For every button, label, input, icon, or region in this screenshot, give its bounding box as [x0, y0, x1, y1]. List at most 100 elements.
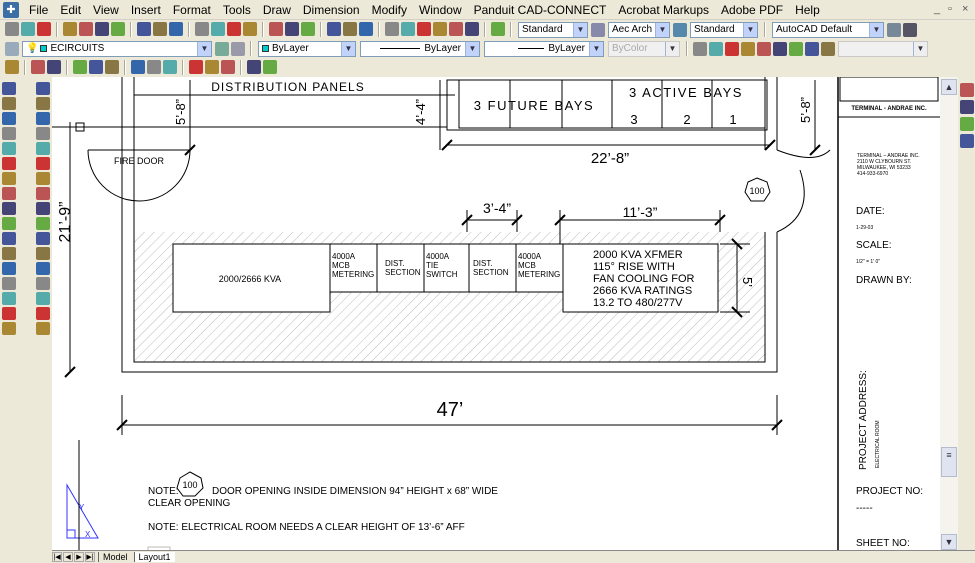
draw-tool-icon[interactable]: [2, 142, 16, 155]
standard-tool-icon[interactable]: [63, 22, 77, 36]
dim-style-icon[interactable]: [591, 22, 605, 37]
draw-tool-icon[interactable]: [2, 307, 16, 320]
custom-tool-icon[interactable]: [263, 60, 277, 74]
modify-tool-icon[interactable]: [36, 202, 50, 215]
draw-order-tool-icon[interactable]: [960, 134, 974, 148]
tab-layout1[interactable]: Layout1: [133, 551, 175, 562]
scroll-down-button[interactable]: ▼: [941, 534, 957, 550]
modify-tool-icon[interactable]: [36, 112, 50, 125]
standard-tool-icon[interactable]: [243, 22, 257, 36]
standard-tool-icon[interactable]: [491, 22, 505, 36]
standard-tool-icon[interactable]: [137, 22, 151, 36]
minimize-button[interactable]: _: [934, 3, 940, 15]
draw-tool-icon[interactable]: [2, 202, 16, 215]
modify-tool-icon[interactable]: [36, 307, 50, 320]
layer-previous-icon[interactable]: [231, 41, 245, 56]
first-tab-button[interactable]: |◀: [52, 551, 62, 562]
standard-tool-icon[interactable]: [195, 22, 209, 36]
draw-tool-icon[interactable]: [2, 322, 16, 335]
modify-tool-icon[interactable]: [36, 82, 50, 95]
table-style-select[interactable]: Standard ▼: [690, 21, 758, 38]
draw-tool-icon[interactable]: [2, 232, 16, 245]
draw-tool-icon[interactable]: [2, 247, 16, 260]
menu-insert[interactable]: Insert: [125, 3, 167, 17]
custom-tool-icon[interactable]: [163, 60, 177, 74]
autocad-app-icon[interactable]: ✚: [3, 1, 19, 18]
standard-tool-icon[interactable]: [227, 22, 241, 36]
modify-tool-icon[interactable]: [36, 277, 50, 290]
custom-tool-icon[interactable]: [47, 60, 61, 74]
modify-tool-icon[interactable]: [36, 127, 50, 140]
draw-tool-icon[interactable]: [2, 262, 16, 275]
modify-tool-icon[interactable]: [36, 232, 50, 245]
menu-dimension[interactable]: Dimension: [297, 3, 366, 17]
linetype-select[interactable]: ByLayer ▼: [360, 40, 480, 57]
modify-tool-icon[interactable]: [36, 142, 50, 155]
standard-tool-icon[interactable]: [301, 22, 315, 36]
standard-tool-icon[interactable]: [79, 22, 93, 36]
modify-tool-icon[interactable]: [36, 262, 50, 275]
custom-tool-icon[interactable]: [73, 60, 87, 74]
close-button[interactable]: ×: [962, 3, 968, 15]
last-tab-button[interactable]: ▶|: [85, 551, 95, 562]
properties-tool-icon[interactable]: [789, 41, 803, 56]
properties-tool-icon[interactable]: [709, 41, 723, 56]
standard-tool-icon[interactable]: [327, 22, 341, 36]
menu-file[interactable]: File: [23, 3, 54, 17]
modify-tool-icon[interactable]: [36, 172, 50, 185]
standard-tool-icon[interactable]: [269, 22, 283, 36]
vertical-scrollbar[interactable]: ▲ ≡ ▼: [940, 77, 958, 550]
standard-tool-icon[interactable]: [153, 22, 167, 36]
standard-tool-icon[interactable]: [465, 22, 479, 36]
properties-tool-icon[interactable]: [805, 41, 819, 56]
standard-tool-icon[interactable]: [5, 22, 19, 36]
custom-tool-icon[interactable]: [31, 60, 45, 74]
text-style-select[interactable]: Standard ▼: [518, 21, 588, 38]
workspace-select[interactable]: AutoCAD Default ▼: [772, 21, 884, 38]
scroll-up-button[interactable]: ▲: [941, 79, 957, 95]
modify-tool-icon[interactable]: [36, 217, 50, 230]
menu-panduit-cad-connect[interactable]: Panduit CAD-CONNECT: [468, 3, 613, 17]
color-select[interactable]: ByLayer ▼: [258, 40, 356, 57]
custom-tool-icon[interactable]: [131, 60, 145, 74]
draw-order-tool-icon[interactable]: [960, 100, 974, 114]
drawing-canvas[interactable]: Y X DISTRIBUTION PANELS 3 FUTURE BAYS 3 …: [52, 76, 940, 554]
lineweight-select[interactable]: ByLayer ▼: [484, 40, 604, 57]
menu-acrobat-markups[interactable]: Acrobat Markups: [612, 3, 715, 17]
draw-tool-icon[interactable]: [2, 187, 16, 200]
standard-tool-icon[interactable]: [385, 22, 399, 36]
custom-tool-icon[interactable]: [247, 60, 261, 74]
properties-tool-icon[interactable]: [773, 41, 787, 56]
table-style-icon[interactable]: [673, 22, 687, 37]
draw-order-tool-icon[interactable]: [960, 83, 974, 97]
draw-tool-icon[interactable]: [2, 112, 16, 125]
menu-help[interactable]: Help: [789, 3, 826, 17]
tab-model[interactable]: Model: [98, 551, 132, 562]
workspace-settings-icon[interactable]: [887, 22, 901, 37]
modify-tool-icon[interactable]: [36, 292, 50, 305]
layer-manager-icon[interactable]: [5, 41, 19, 56]
properties-tool-icon[interactable]: [757, 41, 771, 56]
draw-tool-icon[interactable]: [2, 172, 16, 185]
standard-tool-icon[interactable]: [95, 22, 109, 36]
restore-button[interactable]: ▫: [948, 3, 952, 15]
menu-window[interactable]: Window: [413, 3, 468, 17]
custom-tool-icon[interactable]: [89, 60, 103, 74]
make-current-layer-icon[interactable]: [215, 41, 229, 56]
standard-tool-icon[interactable]: [169, 22, 183, 36]
custom-tool-icon[interactable]: [205, 60, 219, 74]
menu-adobe-pdf[interactable]: Adobe PDF: [715, 3, 789, 17]
standard-tool-icon[interactable]: [433, 22, 447, 36]
standard-tool-icon[interactable]: [449, 22, 463, 36]
menu-draw[interactable]: Draw: [257, 3, 297, 17]
properties-tool-icon[interactable]: [693, 41, 707, 56]
scroll-thumb[interactable]: ≡: [941, 447, 957, 477]
draw-tool-icon[interactable]: [2, 277, 16, 290]
menu-modify[interactable]: Modify: [366, 3, 413, 17]
properties-tool-icon[interactable]: [741, 41, 755, 56]
properties-tool-icon[interactable]: [725, 41, 739, 56]
menu-tools[interactable]: Tools: [217, 3, 257, 17]
menu-edit[interactable]: Edit: [54, 3, 87, 17]
draw-tool-icon[interactable]: [2, 157, 16, 170]
standard-tool-icon[interactable]: [359, 22, 373, 36]
